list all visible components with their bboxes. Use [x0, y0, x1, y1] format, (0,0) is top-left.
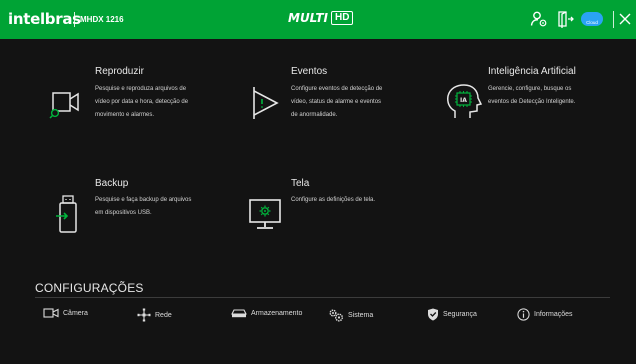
config-label-info: Informações — [534, 311, 573, 318]
shield-icon — [428, 308, 438, 321]
multi-logo-text: MULTI — [288, 11, 328, 25]
svg-text:IA: IA — [460, 97, 467, 104]
config-item-network[interactable]: Rede — [137, 308, 172, 322]
config-label-network: Rede — [155, 311, 172, 319]
user-settings-icon[interactable] — [530, 10, 548, 28]
desc-line: em dispositivos USB. — [95, 209, 152, 216]
desc-line: movimento e alarmes. — [95, 111, 155, 118]
network-icon — [137, 308, 151, 322]
tile-desc-events: Configure eventos de detecção de vídeo, … — [291, 83, 382, 121]
cloud-label: Cloud — [586, 20, 598, 25]
desc-line: Gerencie, configure, busque os — [488, 86, 572, 92]
config-item-camera[interactable]: Câmera — [43, 308, 88, 318]
hd-badge: HD — [331, 11, 354, 25]
top-bar: intelbras MHDX 1216 MULTI HD Cloud — [0, 0, 636, 39]
camera-icon — [43, 308, 59, 318]
config-divider — [35, 297, 610, 298]
info-icon — [517, 308, 530, 321]
config-item-storage[interactable]: Armazenamento — [231, 308, 302, 318]
tile-title-backup: Backup — [95, 178, 129, 189]
desc-line: vídeo, status de alarme e eventos — [291, 98, 382, 105]
tile-title-ai: Inteligência Artificial — [488, 66, 576, 77]
multi-hd-logo: MULTI HD — [288, 11, 354, 25]
desc-line: Pesquise e faça backup de arquivos — [95, 197, 192, 203]
flag-icon — [253, 87, 279, 119]
brand-divider — [74, 12, 75, 27]
cloud-icon[interactable]: Cloud — [581, 12, 603, 26]
gears-icon — [329, 309, 343, 322]
tile-title-display: Tela — [291, 178, 310, 189]
tile-desc-backup: Pesquise e faça backup de arquivos em di… — [95, 194, 191, 220]
config-item-system[interactable]: Sistema — [328, 308, 373, 322]
desc-line: eventos de Detecção Inteligente. — [488, 98, 576, 105]
desc-line: vídeo por data e hora, detecção de — [95, 98, 189, 105]
tile-desc-playback: Pesquise e reproduza arquivos de vídeo p… — [95, 83, 188, 121]
monitor-settings-icon — [249, 199, 281, 229]
config-item-security[interactable]: Segurança — [427, 308, 477, 321]
brand-logo: intelbras — [8, 10, 81, 28]
header-divider — [613, 11, 614, 28]
config-label-camera: Câmera — [63, 309, 88, 317]
config-label-security: Segurança — [443, 311, 477, 318]
playback-camera-icon — [49, 92, 79, 119]
tile-desc-display: Configure as definições de tela. — [291, 194, 375, 207]
tile-desc-ai: Gerencie, configure, busque os eventos d… — [488, 83, 575, 109]
ai-head-icon: IA — [447, 84, 483, 118]
usb-backup-icon — [56, 195, 77, 233]
desc-line: Configure eventos de detecção de — [291, 86, 383, 92]
tile-title-events: Eventos — [291, 66, 328, 77]
desc-line: Configure as definições de tela. — [291, 197, 376, 203]
config-label-storage: Armazenamento — [251, 309, 303, 317]
desc-line: Pesquise e reproduza arquivos de — [95, 86, 187, 92]
storage-icon — [231, 309, 247, 318]
config-section-title: CONFIGURAÇÕES — [35, 281, 144, 295]
close-icon[interactable] — [619, 13, 631, 25]
device-model: MHDX 1216 — [80, 15, 124, 24]
config-item-info[interactable]: Informações — [517, 308, 573, 321]
tile-title-playback: Reproduzir — [95, 66, 144, 77]
desc-line: de anormalidade. — [291, 111, 338, 118]
logout-icon[interactable] — [557, 10, 574, 28]
config-label-system: Sistema — [348, 311, 374, 319]
